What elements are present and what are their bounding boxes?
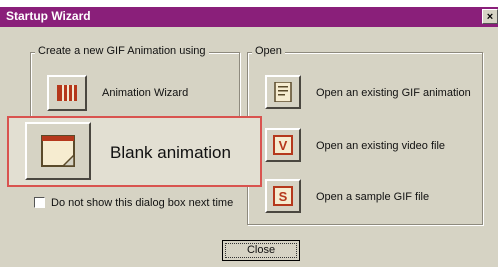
open-gif-label: Open an existing GIF animation <box>316 87 471 99</box>
blank-animation-button[interactable] <box>25 122 91 180</box>
open-sample-label: Open a sample GIF file <box>316 191 430 203</box>
do-not-show-checkbox[interactable] <box>34 197 45 208</box>
close-window-button[interactable]: × <box>482 9 498 24</box>
open-group-legend: Open <box>252 45 285 57</box>
animation-wizard-button[interactable] <box>47 75 87 111</box>
wizard-bars-icon <box>57 85 77 101</box>
document-icon <box>274 82 292 102</box>
open-video-label: Open an existing video file <box>316 140 446 152</box>
open-video-button[interactable]: V <box>265 128 301 162</box>
svg-text:S: S <box>279 189 288 204</box>
open-gif-button[interactable] <box>265 75 301 109</box>
letter-s-icon: S <box>273 186 293 206</box>
open-sample-button[interactable]: S <box>265 179 301 213</box>
animation-wizard-label: Animation Wizard <box>102 87 189 99</box>
window-title: Startup Wizard <box>6 9 91 23</box>
title-bar: Startup Wizard × <box>0 7 498 27</box>
blank-animation-label: Blank animation <box>110 143 231 162</box>
create-group-legend: Create a new GIF Animation using <box>35 45 209 57</box>
close-button[interactable]: Close <box>222 240 300 261</box>
svg-text:V: V <box>279 138 288 153</box>
letter-v-icon: V <box>273 135 293 155</box>
do-not-show-label: Do not show this dialog box next time <box>51 197 234 209</box>
blank-page-icon <box>41 135 75 167</box>
